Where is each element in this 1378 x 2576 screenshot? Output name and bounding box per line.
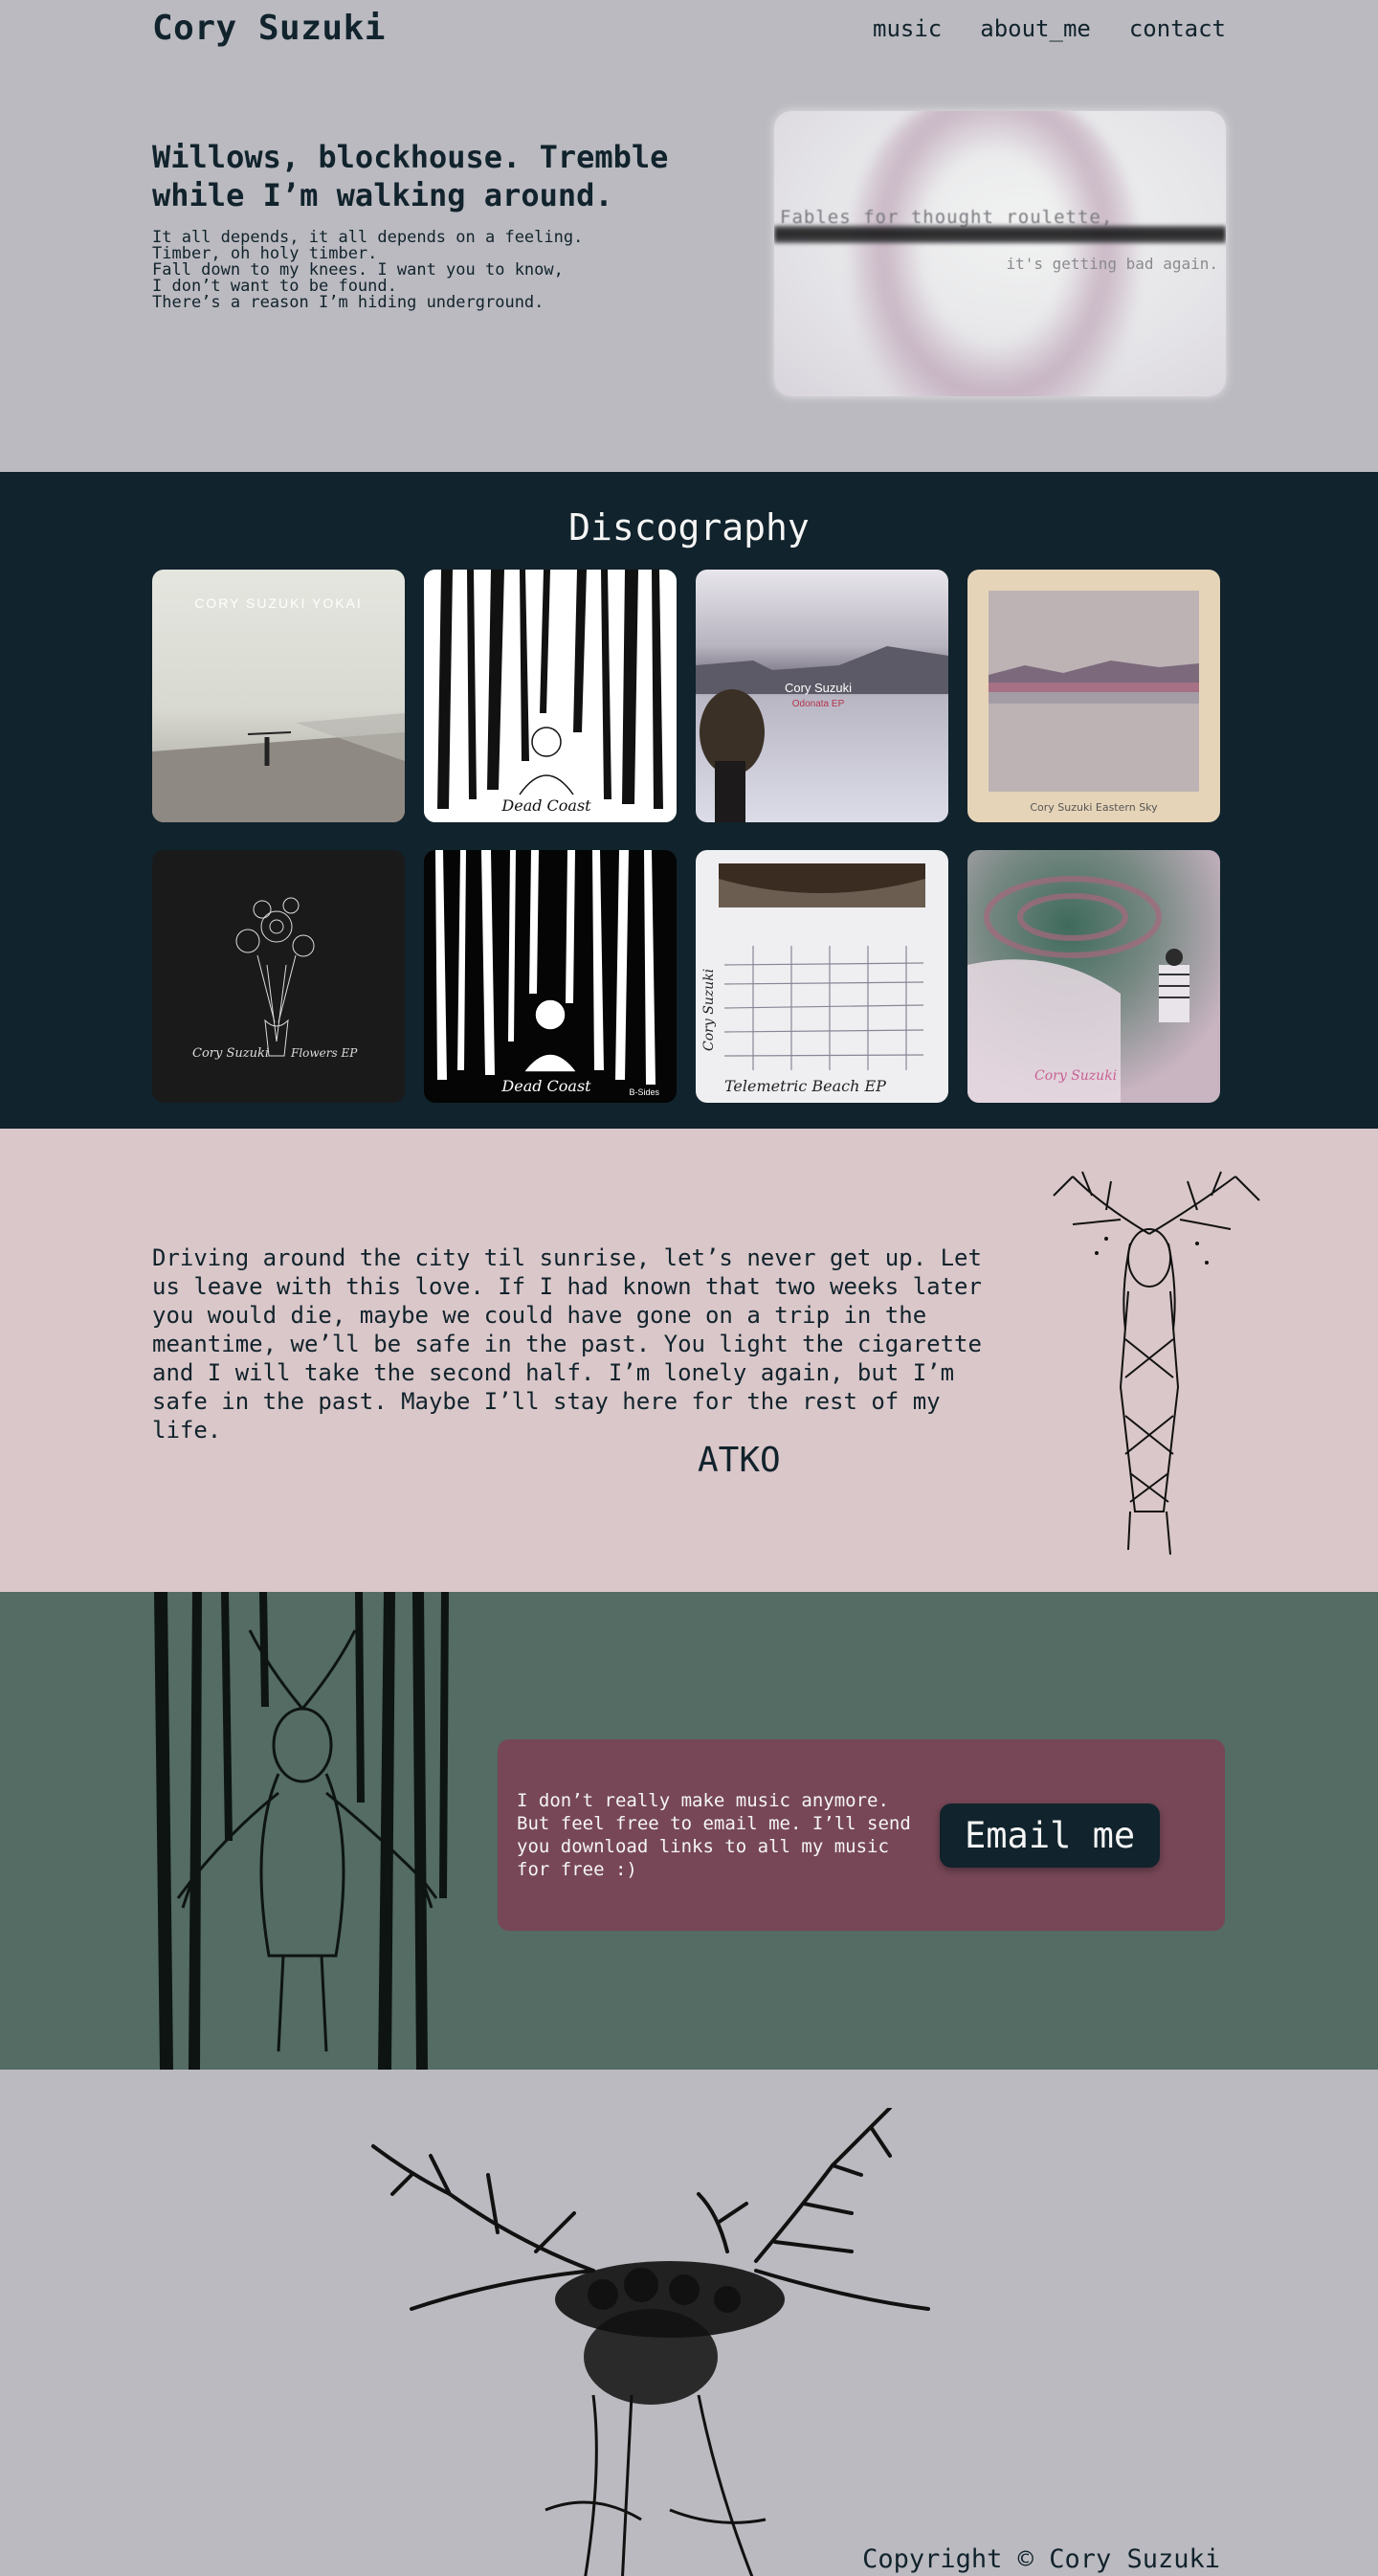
stag-skull-illustration: [371, 2108, 930, 2576]
album-telemetric-beach[interactable]: Telemetric Beach EP Cory Suzuki: [696, 850, 948, 1103]
antlered-girl-illustration: [1053, 1171, 1260, 1556]
discography-title: Discography: [568, 506, 810, 549]
album-eastern-sky[interactable]: Cory Suzuki Eastern Sky: [967, 570, 1220, 822]
telemetric-beach-cover-art: Telemetric Beach EP Cory Suzuki: [696, 850, 948, 1103]
discography-section: Discography CORY SUZUKI YOKAI Dead Coast…: [0, 472, 1378, 1129]
main-nav: music about_me contact: [873, 15, 1226, 42]
hero-text: Willows, blockhouse. Tremble while I’m w…: [152, 111, 726, 396]
nav-music[interactable]: music: [873, 15, 942, 42]
quote-author: ATKO: [698, 1441, 781, 1480]
dead-coast-bsides-cover-art: Dead Coast B-Sides: [424, 850, 677, 1103]
cover-text: Cory Suzuki Eastern Sky: [1030, 801, 1158, 814]
cover-text: Cory Suzuki: [1034, 1068, 1117, 1084]
hero-video[interactable]: Fables for thought roulette, it's gettin…: [774, 111, 1226, 396]
site-title[interactable]: Cory Suzuki: [152, 9, 386, 48]
cover-subtext: B-Sides: [629, 1087, 659, 1097]
cover-text: Cory Suzuki: [785, 681, 852, 695]
email-me-button[interactable]: Email me: [940, 1803, 1161, 1868]
hero-heading: Willows, blockhouse. Tremble while I’m w…: [152, 139, 669, 213]
nav-contact[interactable]: contact: [1129, 15, 1226, 42]
album-yokai[interactable]: CORY SUZUKI YOKAI: [152, 570, 405, 822]
video-face-image: [851, 111, 1138, 396]
dead-coast-cover-art: Dead Coast: [424, 570, 677, 822]
album-swirl[interactable]: Cory Suzuki: [967, 850, 1220, 1103]
cover-text: Telemetric Beach EP: [724, 1077, 886, 1095]
lyric-line: There’s a reason I’m hiding underground.: [152, 293, 545, 312]
top-bar: Cory Suzuki music about_me contact: [152, 0, 1226, 57]
contact-card: I don’t really make music anymore. But f…: [498, 1739, 1225, 1931]
odonata-cover-art: Cory Suzuki Odonata EP: [696, 570, 948, 822]
video-glitch-band: [774, 226, 1226, 243]
cover-text: Dead Coast: [500, 1077, 591, 1095]
footer-section: Copyright © Cory Suzuki: [0, 2070, 1378, 2576]
cover-text: CORY SUZUKI YOKAI: [194, 595, 363, 611]
contact-section: I don’t really make music anymore. But f…: [0, 1592, 1378, 2070]
hero-lyrics: It all depends, it all depends on a feel…: [152, 230, 726, 311]
video-caption-top: Fables for thought roulette,: [780, 207, 1114, 228]
flowers-cover-art: Cory Suzuki Flowers EP: [152, 850, 405, 1103]
nav-about-me[interactable]: about_me: [980, 15, 1091, 42]
quote-text: Driving around the city til sunrise, let…: [152, 1244, 982, 1444]
quote-section: Driving around the city til sunrise, let…: [0, 1129, 1378, 1592]
eastern-sky-cover-art: Cory Suzuki Eastern Sky: [967, 570, 1220, 822]
hero-section: Cory Suzuki music about_me contact Willo…: [0, 0, 1378, 472]
tree-man-illustration: [154, 1592, 449, 2070]
copyright: Copyright © Cory Suzuki: [862, 2544, 1220, 2574]
cover-text: Dead Coast: [500, 796, 591, 815]
album-dead-coast[interactable]: Dead Coast: [424, 570, 677, 822]
contact-text: I don’t really make music anymore. But f…: [517, 1790, 911, 1880]
album-grid: CORY SUZUKI YOKAI Dead Coast Cory Suzuki…: [152, 570, 1226, 1103]
cover-side-text: Cory Suzuki: [701, 969, 717, 1051]
cover-subtext: Flowers EP: [290, 1046, 358, 1060]
swirl-cover-art: Cory Suzuki: [967, 850, 1220, 1103]
album-flowers[interactable]: Cory Suzuki Flowers EP: [152, 850, 405, 1103]
album-dead-coast-b-sides[interactable]: Dead Coast B-Sides: [424, 850, 677, 1103]
video-caption-bottom: it's getting bad again.: [1006, 255, 1218, 273]
album-odonata[interactable]: Cory Suzuki Odonata EP: [696, 570, 948, 822]
cover-text: Cory Suzuki: [192, 1046, 269, 1061]
cover-subtext: Odonata EP: [792, 699, 845, 709]
yokai-cover-art: CORY SUZUKI YOKAI: [152, 570, 405, 822]
